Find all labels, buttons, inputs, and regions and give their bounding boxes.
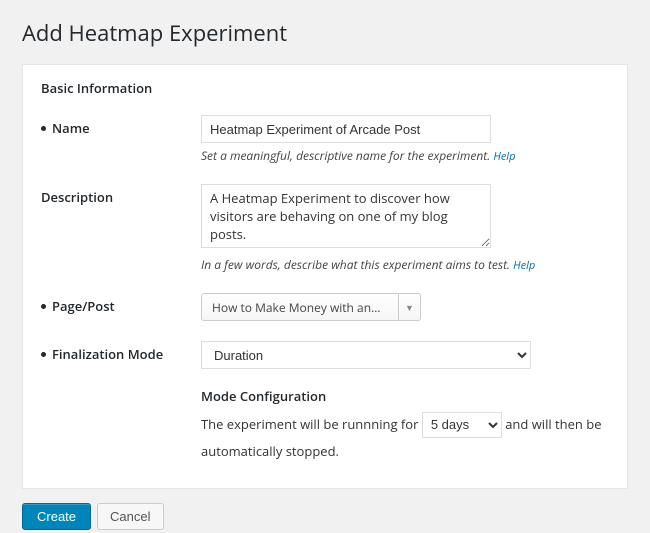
- description-hint: In a few words, describe what this exper…: [201, 256, 609, 273]
- finalization-select[interactable]: Duration: [201, 341, 531, 369]
- page-title: Add Heatmap Experiment: [22, 18, 628, 48]
- name-label-text: Name: [52, 119, 90, 137]
- name-hint: Set a meaningful, descriptive name for t…: [201, 147, 609, 164]
- create-button[interactable]: Create: [22, 503, 91, 530]
- bullet-icon: [41, 352, 46, 357]
- page-post-label-text: Page/Post: [52, 297, 115, 315]
- finalization-label-text: Finalization Mode: [52, 345, 163, 363]
- row-finalization: Finalization Mode Duration Mode Configur…: [41, 341, 609, 464]
- basic-info-card: Basic Information Name Set a meaningful,…: [22, 64, 628, 489]
- description-hint-text: In a few words, describe what this exper…: [201, 256, 510, 273]
- mode-config-text: The experiment will be runnning for 5 da…: [201, 411, 609, 464]
- name-label: Name: [41, 115, 201, 137]
- description-textarea[interactable]: A Heatmap Experiment to discover how vis…: [201, 184, 491, 248]
- row-name: Name Set a meaningful, descriptive name …: [41, 115, 609, 164]
- page-post-selected: How to Make Money with an…: [202, 294, 398, 320]
- finalization-label: Finalization Mode: [41, 341, 201, 363]
- name-hint-text: Set a meaningful, descriptive name for t…: [201, 147, 490, 164]
- mode-config: Mode Configuration The experiment will b…: [201, 387, 609, 464]
- mode-config-before: The experiment will be runnning for: [201, 415, 418, 433]
- name-help-link[interactable]: Help: [493, 149, 515, 164]
- description-help-link[interactable]: Help: [513, 258, 535, 273]
- duration-select[interactable]: 5 days: [422, 412, 502, 438]
- bullet-icon: [41, 304, 46, 309]
- name-input[interactable]: [201, 115, 491, 143]
- description-label-text: Description: [41, 188, 113, 206]
- row-page-post: Page/Post How to Make Money with an… ▼: [41, 293, 609, 321]
- section-heading: Basic Information: [41, 79, 609, 97]
- mode-config-title: Mode Configuration: [201, 387, 609, 405]
- bullet-icon: [41, 126, 46, 131]
- actions: Create Cancel: [22, 503, 628, 530]
- page-post-label: Page/Post: [41, 293, 201, 315]
- cancel-button[interactable]: Cancel: [97, 503, 163, 530]
- row-description: Description A Heatmap Experiment to disc…: [41, 184, 609, 273]
- page-post-select[interactable]: How to Make Money with an… ▼: [201, 293, 421, 321]
- chevron-down-icon: ▼: [398, 294, 420, 320]
- description-label: Description: [41, 184, 201, 206]
